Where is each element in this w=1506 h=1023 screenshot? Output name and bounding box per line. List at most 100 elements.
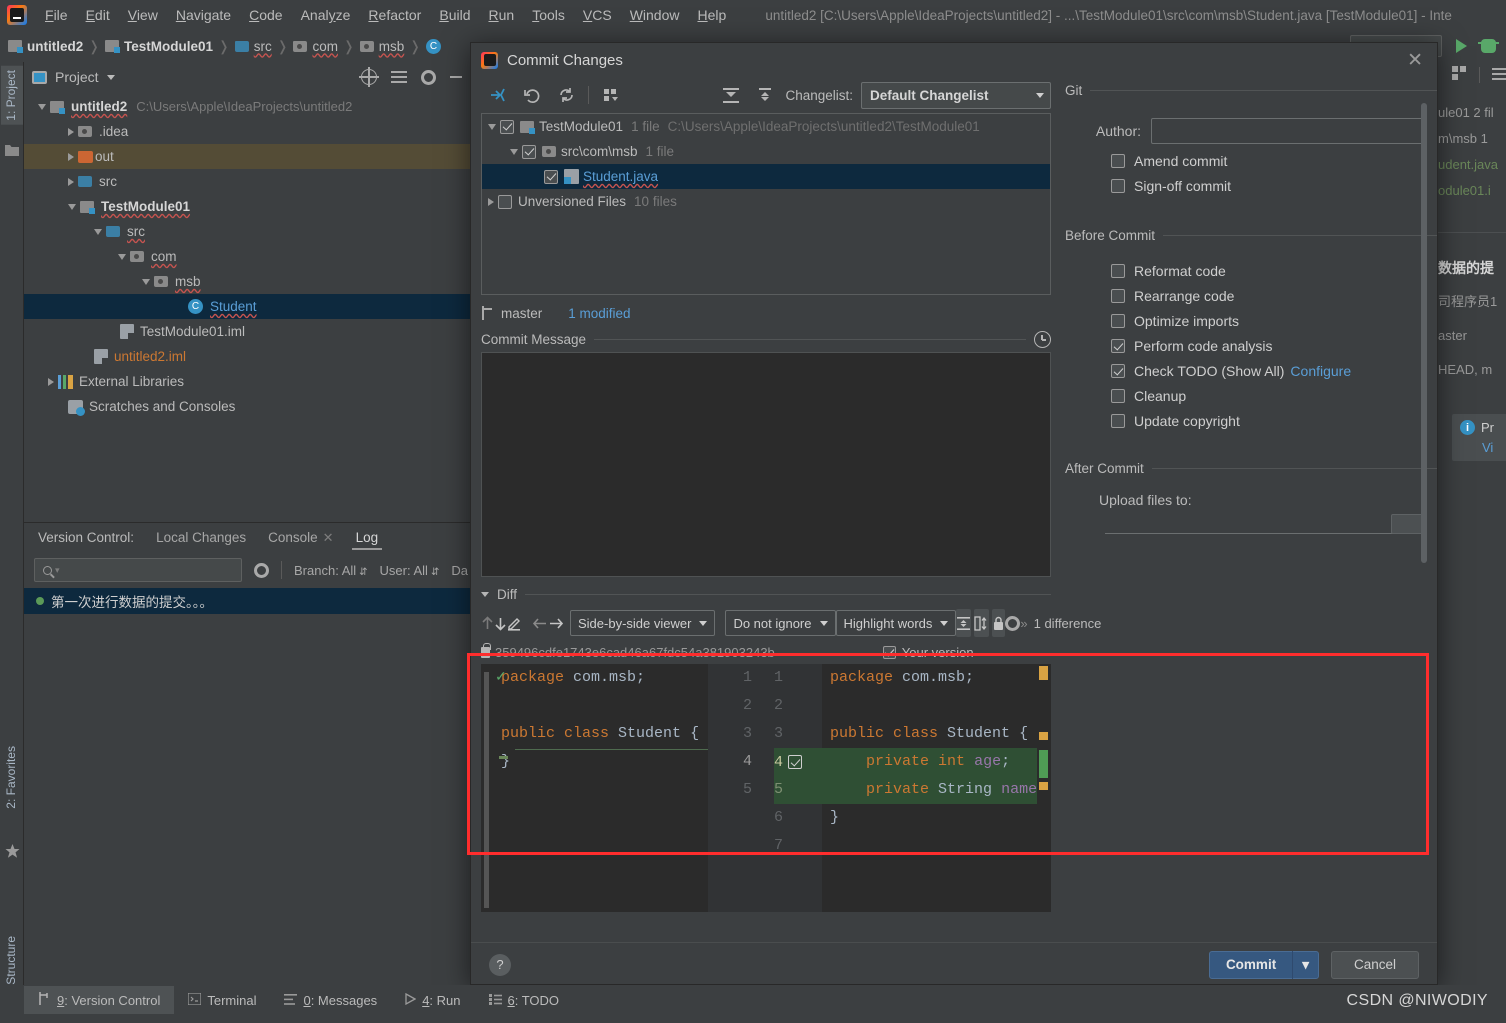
menu-navigate[interactable]: Navigate xyxy=(167,4,240,26)
checkbox-cleanup[interactable] xyxy=(1111,389,1125,403)
modified-count[interactable]: 1 modified xyxy=(568,306,630,321)
menu-build[interactable]: Build xyxy=(430,4,479,26)
search-input[interactable]: ▾ xyxy=(34,558,242,582)
checkbox-perform-code-analysis[interactable] xyxy=(1111,339,1125,353)
highlight-mode-select[interactable]: Highlight words xyxy=(835,610,957,636)
diff-left-pane[interactable]: ✓ package com.msb; public class Student … xyxy=(493,664,708,912)
close-icon[interactable]: ✕ xyxy=(323,530,334,545)
configure-link[interactable]: Configure xyxy=(1290,363,1351,379)
tree-row-msb[interactable]: msb xyxy=(24,269,470,294)
tree-row-student[interactable]: C Student xyxy=(24,294,470,319)
checkbox-unversioned[interactable] xyxy=(498,194,512,209)
info-link[interactable]: Vi xyxy=(1482,440,1504,455)
tree-row-idea[interactable]: .idea xyxy=(24,119,470,144)
diff-settings-gear-icon[interactable] xyxy=(1005,609,1021,637)
tree-row-module-src[interactable]: src xyxy=(24,219,470,244)
history-clock-icon[interactable] xyxy=(1034,331,1051,348)
changes-row-unversioned[interactable]: Unversioned Files 10 files xyxy=(482,189,1050,214)
edit-source-icon[interactable] xyxy=(507,609,522,637)
sidebar-tab-project[interactable]: 1: Project xyxy=(1,66,23,125)
menu-view[interactable]: View xyxy=(119,4,167,26)
option-rearrange-code[interactable]: Rearrange code xyxy=(1111,288,1437,304)
cancel-button[interactable]: Cancel xyxy=(1330,950,1419,979)
chevron-down-icon[interactable] xyxy=(488,123,496,130)
option-cleanup[interactable]: Cleanup xyxy=(1111,388,1437,404)
tab-console[interactable]: Console ✕ xyxy=(268,525,333,551)
checkbox-amend-commit[interactable] xyxy=(1111,154,1125,168)
chevron-right-icon[interactable] xyxy=(488,197,494,206)
checkbox-update-copyright[interactable] xyxy=(1111,414,1125,428)
checkbox-accept-change[interactable] xyxy=(788,755,803,769)
gear-icon[interactable] xyxy=(254,562,269,578)
toolwindow-terminal[interactable]: Terminal xyxy=(174,987,270,1014)
diff-left-scroll-thumb[interactable] xyxy=(484,672,489,908)
toolwindow-messages[interactable]: 0: Messages xyxy=(270,987,391,1014)
changes-row-testmodule01[interactable]: TestModule01 1 file C:\Users\Apple\IdeaP… xyxy=(482,114,1050,139)
checkbox-srccommsb[interactable] xyxy=(522,144,536,159)
accept-right-icon[interactable] xyxy=(548,609,564,637)
more-chevron-icon[interactable]: » xyxy=(1020,616,1027,631)
menu-refactor[interactable]: Refactor xyxy=(359,4,430,26)
diff-right-scrollbar[interactable] xyxy=(1037,664,1051,912)
option-perform-code-analysis[interactable]: Perform code analysis xyxy=(1111,338,1437,354)
chevron-down-icon[interactable] xyxy=(118,253,126,260)
collapse-unchanged-icon[interactable] xyxy=(956,609,972,637)
checkbox-signoff-commit[interactable] xyxy=(1111,179,1125,193)
checkbox-rearrange-code[interactable] xyxy=(1111,289,1125,303)
commit-button[interactable]: Commit ▾ xyxy=(1208,950,1319,979)
changelist-select[interactable]: Default Changelist xyxy=(861,81,1051,109)
chevron-down-icon[interactable] xyxy=(106,74,115,80)
tree-row-external-libraries[interactable]: External Libraries xyxy=(24,369,470,394)
collapse-selection-icon[interactable] xyxy=(481,80,515,110)
list-icon[interactable] xyxy=(1492,67,1506,83)
tree-row-src[interactable]: src xyxy=(24,169,470,194)
refresh-icon[interactable] xyxy=(549,80,583,110)
checkbox-your-version[interactable] xyxy=(882,645,896,659)
menu-vcs[interactable]: VCS xyxy=(574,4,621,26)
tree-row-untitled2-iml[interactable]: untitled2.iml xyxy=(24,344,470,369)
group-by-icon[interactable] xyxy=(1452,66,1467,84)
breadcrumb-item-untitled2[interactable]: untitled2 xyxy=(8,39,83,54)
chevron-down-icon[interactable] xyxy=(142,278,150,285)
next-difference-icon[interactable] xyxy=(494,609,507,637)
menu-analyze[interactable]: Analyze xyxy=(292,4,360,26)
author-input[interactable] xyxy=(1151,118,1425,144)
filter-user[interactable]: User: All ⇵ xyxy=(380,563,440,578)
tab-local-changes[interactable]: Local Changes xyxy=(156,525,246,550)
checkbox-check-todo[interactable] xyxy=(1111,364,1125,378)
run-icon[interactable] xyxy=(1456,39,1467,53)
locate-file-icon[interactable] xyxy=(359,67,379,87)
filter-date[interactable]: Da xyxy=(451,563,468,578)
lock-icon[interactable] xyxy=(992,609,1006,637)
dialog-options-scrollbar[interactable] xyxy=(1421,103,1427,563)
filter-branch[interactable]: Branch: All ⇵ xyxy=(294,563,368,578)
collapse-all-icon[interactable] xyxy=(748,80,782,110)
chevron-down-icon[interactable] xyxy=(481,592,489,597)
sync-scroll-icon[interactable] xyxy=(974,609,990,637)
checkbox-testmodule01[interactable] xyxy=(500,119,514,134)
gear-icon[interactable] xyxy=(421,69,436,85)
debug-icon[interactable] xyxy=(1478,39,1499,53)
chevron-right-icon[interactable] xyxy=(68,127,74,136)
breadcrumb-item-class[interactable]: C xyxy=(425,38,446,54)
viewer-mode-select[interactable]: Side-by-side viewer xyxy=(570,610,716,636)
group-by-icon[interactable] xyxy=(594,80,628,110)
menu-file[interactable]: File xyxy=(36,4,77,26)
tab-log[interactable]: Log xyxy=(351,525,382,550)
help-button[interactable]: ? xyxy=(489,953,511,976)
tree-row-testmodule01-iml[interactable]: TestModule01.iml xyxy=(24,319,470,344)
chevron-down-icon[interactable] xyxy=(38,103,46,110)
menu-help[interactable]: Help xyxy=(689,4,736,26)
chevron-right-icon[interactable] xyxy=(68,152,74,161)
previous-difference-icon[interactable] xyxy=(481,609,494,637)
chevron-down-icon[interactable] xyxy=(94,228,102,235)
checkbox-studentjava[interactable] xyxy=(544,169,558,184)
ignore-mode-select[interactable]: Do not ignore xyxy=(725,610,836,636)
chevron-down-icon[interactable] xyxy=(510,148,518,155)
tree-row-untitled2[interactable]: untitled2 C:\Users\Apple\IdeaProjects\un… xyxy=(24,94,470,119)
menu-edit[interactable]: Edit xyxy=(77,4,119,26)
option-signoff-commit[interactable]: Sign-off commit xyxy=(1111,178,1437,194)
diff-right-pane[interactable]: package com.msb; public class Student { … xyxy=(822,664,1037,912)
changes-row-studentjava[interactable]: Student.java xyxy=(482,164,1050,189)
revert-icon[interactable] xyxy=(515,80,549,110)
